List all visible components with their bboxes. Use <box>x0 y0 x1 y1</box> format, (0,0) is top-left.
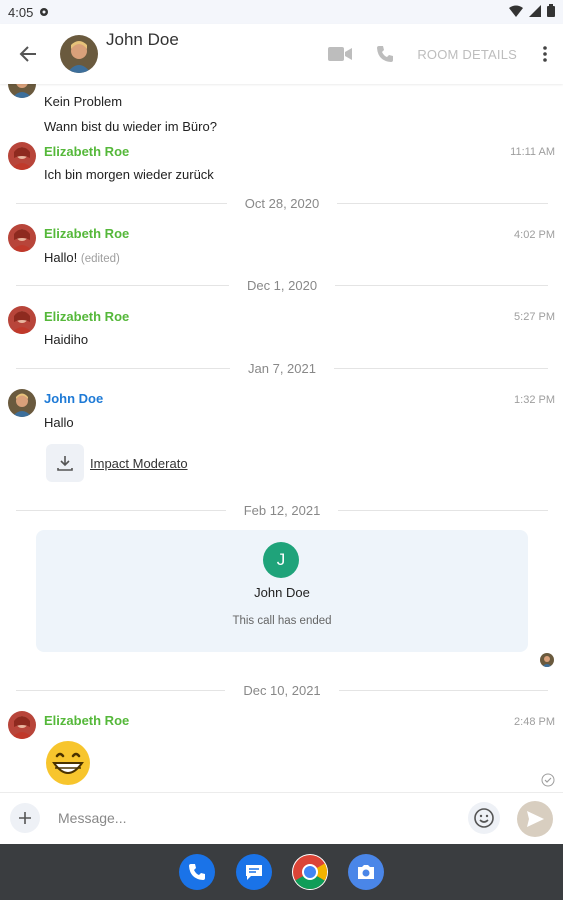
message-composer: Message... <box>0 792 563 844</box>
message-timestamp: 2:48 PM <box>514 716 555 728</box>
date-label: Oct 28, 2020 <box>244 195 320 211</box>
status-time: 4:05 <box>8 4 34 20</box>
phone-app-icon[interactable] <box>179 854 215 890</box>
date-label: Dec 1, 2020 <box>246 277 318 293</box>
send-icon <box>527 811 544 827</box>
sender-name[interactable]: Elizabeth Roe <box>44 713 129 728</box>
attach-button[interactable] <box>10 803 40 833</box>
message-text: Hallo <box>44 415 74 430</box>
date-divider: Dec 10, 2021 <box>16 682 548 698</box>
system-dock <box>0 844 563 900</box>
sender-name[interactable]: Elizabeth Roe <box>44 226 129 241</box>
back-button[interactable] <box>0 24 56 84</box>
sender-name[interactable]: John Doe <box>44 391 103 406</box>
room-details-button[interactable]: ROOM DETAILS <box>407 24 527 84</box>
arrow-back-icon <box>19 46 36 62</box>
sender-name[interactable]: Elizabeth Roe <box>44 144 129 159</box>
chrome-app-icon[interactable] <box>292 854 328 890</box>
message-text: Haidiho <box>44 332 89 347</box>
notification-icon <box>39 5 49 20</box>
signal-icon <box>529 4 541 20</box>
wifi-icon <box>509 5 523 20</box>
smiley-icon <box>474 808 494 828</box>
message-timestamp: 4:02 PM <box>514 229 555 241</box>
date-divider: Dec 1, 2020 <box>16 277 549 293</box>
message-timestamp: 1:32 PM <box>514 394 555 406</box>
message-timestamp: 11:11 AM <box>510 146 555 158</box>
download-button[interactable] <box>46 444 84 482</box>
app-root: 4:05 John Doe ROOM DETAILS Kein Problem … <box>0 0 563 900</box>
avatar[interactable] <box>8 389 36 417</box>
read-receipt-avatar <box>540 653 554 667</box>
voice-call-button[interactable] <box>363 24 407 84</box>
avatar[interactable] <box>8 306 36 334</box>
sent-check-icon <box>541 773 555 792</box>
contact-avatar[interactable] <box>60 35 98 73</box>
file-attachment[interactable]: Impact Moderato <box>46 444 188 482</box>
message-text: Wann bist du wieder im Büro? <box>44 119 217 134</box>
date-label: Feb 12, 2021 <box>243 502 321 518</box>
grinning-face-emoji <box>44 739 92 792</box>
room-title[interactable]: John Doe <box>106 30 179 50</box>
send-button[interactable] <box>517 801 553 837</box>
message-timestamp: 5:27 PM <box>514 311 555 323</box>
video-camera-icon <box>328 47 353 61</box>
download-icon <box>57 456 73 471</box>
avatar[interactable] <box>8 224 36 252</box>
avatar[interactable] <box>8 711 36 739</box>
date-divider: Oct 28, 2020 <box>16 195 549 211</box>
call-participant-name: John Doe <box>254 585 310 600</box>
sender-name[interactable]: Elizabeth Roe <box>44 309 129 324</box>
phone-icon <box>377 46 394 62</box>
avatar[interactable] <box>8 84 36 98</box>
file-name[interactable]: Impact Moderato <box>90 456 188 471</box>
message-text: Ich bin morgen wieder zurück <box>44 167 214 182</box>
status-bar: 4:05 <box>0 0 563 24</box>
camera-app-icon[interactable] <box>348 854 384 890</box>
avatar[interactable] <box>8 142 36 170</box>
video-call-button[interactable] <box>317 24 363 84</box>
call-avatar: J <box>263 542 299 578</box>
message-text: Kein Problem <box>44 94 123 109</box>
more-vert-icon <box>543 46 547 62</box>
battery-icon <box>547 4 555 20</box>
date-label: Dec 10, 2021 <box>243 682 321 698</box>
message-text: Hallo! (edited) <box>44 250 120 265</box>
plus-icon <box>19 812 31 824</box>
date-divider: Feb 12, 2021 <box>16 502 548 518</box>
date-divider: Jan 7, 2021 <box>16 360 549 376</box>
date-label: Jan 7, 2021 <box>248 360 316 376</box>
message-list[interactable]: Kein Problem Wann bist du wieder im Büro… <box>0 84 563 792</box>
messages-app-icon[interactable] <box>236 854 272 890</box>
overflow-menu-button[interactable] <box>527 24 563 84</box>
emoji-picker-button[interactable] <box>468 802 500 834</box>
message-input[interactable]: Message... <box>58 810 126 826</box>
edited-label: (edited) <box>80 253 120 265</box>
call-status: This call has ended <box>232 615 332 627</box>
app-bar: John Doe ROOM DETAILS <box>0 24 563 84</box>
call-ended-card[interactable]: J John Doe This call has ended <box>36 530 528 652</box>
